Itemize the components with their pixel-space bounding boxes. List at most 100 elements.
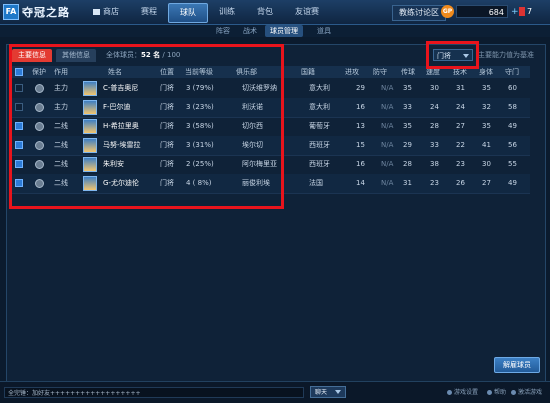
col-header-nation[interactable]: 国籍 xyxy=(301,66,315,78)
table-row[interactable]: 二线 G-尤尔迪伦 门将 4 ( 8%) 丽俊利埃 法国 14 N/A 31 23 26 27 49 xyxy=(10,174,530,194)
cell-club: 切尔西 xyxy=(242,122,263,130)
cell-nation: 西班牙 xyxy=(309,141,330,149)
table-row[interactable]: 二线 H-希拉里奥 门将 3 (58%) 切尔西 葡萄牙 13 N/A 35 28 27 35 49 xyxy=(10,117,530,137)
cell-body: 30 xyxy=(482,160,491,168)
cell-pos: 门将 xyxy=(160,122,174,130)
game-logo[interactable]: FA 夺冠之路 xyxy=(3,3,70,21)
protect-lock-icon[interactable] xyxy=(35,141,44,150)
col-header-attack[interactable]: 进攻 xyxy=(345,66,359,78)
chat-message-line[interactable]: 全完锤：加好友++++++++++++++++++ xyxy=(4,387,304,398)
top-bar: FA 夺冠之路 商店 赛程 球队 训练 背包 友谊赛 教练讨论区 GP 684 … xyxy=(0,0,550,25)
row-checkbox[interactable] xyxy=(15,84,23,92)
tab-main-info[interactable]: 主要信息 xyxy=(12,49,52,62)
cell-tech: 23 xyxy=(456,160,465,168)
player-avatar[interactable] xyxy=(83,119,97,134)
cell-name[interactable]: H-希拉里奥 xyxy=(103,117,139,136)
subtab-player-management[interactable]: 球员管理 xyxy=(265,25,303,37)
table-row[interactable]: 二线 朱利安 门将 2 (25%) 阿尔梅里亚 西班牙 16 N/A 28 38 23 30 55 xyxy=(10,155,530,175)
cell-level: 4 ( 8%) xyxy=(186,179,212,187)
add-gp-button[interactable]: + xyxy=(511,7,519,17)
cell-body: 41 xyxy=(482,141,491,149)
col-header-position[interactable]: 位置 xyxy=(160,66,174,78)
nav-item-team[interactable]: 球队 xyxy=(168,3,208,23)
col-header-defense[interactable]: 防守 xyxy=(373,66,387,78)
bottom-bar: 全完锤：加好友++++++++++++++++++ 聊天 游戏设置 帮助 激活游… xyxy=(0,381,550,403)
cell-body: 35 xyxy=(482,122,491,130)
protect-lock-icon[interactable] xyxy=(35,122,44,131)
nav-item-shop[interactable]: 商店 xyxy=(82,3,130,21)
cell-body: 32 xyxy=(482,103,491,111)
table-row[interactable]: 主力 C-普吉奥尼 门将 3 (79%) 切沃维罗纳 意大利 29 N/A 35 30 31 35 60 xyxy=(10,79,530,99)
protect-lock-icon[interactable] xyxy=(35,103,44,112)
nav-item-training[interactable]: 训练 xyxy=(208,3,246,21)
row-checkbox[interactable] xyxy=(15,141,23,149)
chevron-down-icon xyxy=(335,390,341,394)
col-header-goalkeeping[interactable]: 守门 xyxy=(505,66,519,78)
col-header-speed[interactable]: 速度 xyxy=(426,66,440,78)
col-header-club[interactable]: 俱乐部 xyxy=(236,66,257,78)
activate-game-link[interactable]: 激活游戏 xyxy=(511,388,542,398)
player-count: 全体球员：52 名 / 100 xyxy=(106,50,180,61)
col-header-name[interactable]: 姓名 xyxy=(108,66,122,78)
protect-lock-icon[interactable] xyxy=(35,160,44,169)
player-avatar[interactable] xyxy=(83,100,97,115)
activate-game-label: 激活游戏 xyxy=(518,389,543,396)
player-avatar[interactable] xyxy=(83,157,97,172)
subtab-tactics[interactable]: 战术 xyxy=(243,25,257,37)
subtab-items[interactable]: 道具 xyxy=(317,25,331,37)
cell-att: 29 xyxy=(356,84,365,92)
key-icon xyxy=(511,390,516,395)
count-value: 52 名 xyxy=(141,51,161,59)
row-checkbox[interactable] xyxy=(15,160,23,168)
cell-spd: 38 xyxy=(430,160,439,168)
col-header-protect[interactable]: 保护 xyxy=(32,66,46,78)
release-player-button[interactable]: 解雇球员 xyxy=(494,357,540,373)
gp-icon: GP xyxy=(441,5,454,18)
cell-name[interactable]: 马努-埃雷拉 xyxy=(103,136,141,155)
row-checkbox[interactable] xyxy=(15,122,23,130)
cell-gk: 49 xyxy=(508,122,517,130)
cell-name[interactable]: G-尤尔迪伦 xyxy=(103,174,139,193)
cell-spd: 28 xyxy=(430,122,439,130)
col-header-technique[interactable]: 技术 xyxy=(453,66,467,78)
protect-lock-icon[interactable] xyxy=(35,179,44,188)
cell-name[interactable]: 朱利安 xyxy=(103,155,124,174)
protect-lock-icon[interactable] xyxy=(35,84,44,93)
cell-att: 14 xyxy=(356,179,365,187)
tab-other-info[interactable]: 其他信息 xyxy=(56,49,96,62)
speaker-icon[interactable] xyxy=(519,7,525,16)
col-header-role[interactable]: 作用 xyxy=(54,66,68,78)
cell-club: 阿尔梅里亚 xyxy=(242,160,277,168)
cell-pass: 28 xyxy=(403,160,412,168)
player-avatar[interactable] xyxy=(83,176,97,191)
cell-name[interactable]: F-巴尔迪 xyxy=(103,98,131,117)
nav-item-schedule[interactable]: 赛程 xyxy=(130,3,168,21)
help-link[interactable]: 帮助 xyxy=(487,388,506,398)
cell-name[interactable]: C-普吉奥尼 xyxy=(103,79,138,98)
select-all-checkbox[interactable] xyxy=(15,68,23,76)
cell-att: 15 xyxy=(356,141,365,149)
subtab-lineup[interactable]: 阵容 xyxy=(216,25,230,37)
cell-nation: 葡萄牙 xyxy=(309,122,330,130)
col-header-passing[interactable]: 传球 xyxy=(401,66,415,78)
nav-item-friendly[interactable]: 友谊赛 xyxy=(284,3,330,21)
cell-pass: 31 xyxy=(403,179,412,187)
table-header: 保护 作用 姓名 位置 当前等级 俱乐部 国籍 进攻 防守 传球 速度 技术 身… xyxy=(10,66,530,78)
col-header-physical[interactable]: 身体 xyxy=(479,66,493,78)
chat-channel-dropdown[interactable]: 聊天 xyxy=(310,386,346,398)
table-row[interactable]: 二线 马努-埃雷拉 门将 3 (31%) 埃尔切 西班牙 15 N/A 29 33 22 41 56 xyxy=(10,136,530,156)
message-count[interactable]: 7 xyxy=(527,5,532,18)
player-avatar[interactable] xyxy=(83,138,97,153)
player-avatar[interactable] xyxy=(83,81,97,96)
table-row[interactable]: 主力 F-巴尔迪 门将 3 (23%) 利沃诺 意大利 16 N/A 33 24 24 32 58 xyxy=(10,98,530,118)
row-checkbox[interactable] xyxy=(15,103,23,111)
chat-channel-label: 聊天 xyxy=(315,389,328,396)
game-settings-link[interactable]: 游戏设置 xyxy=(447,388,478,398)
cell-club: 丽俊利埃 xyxy=(242,179,270,187)
nav-item-bag[interactable]: 背包 xyxy=(246,3,284,21)
row-checkbox[interactable] xyxy=(15,179,23,187)
cell-gk: 60 xyxy=(508,84,517,92)
forum-button[interactable]: 教练讨论区 xyxy=(392,5,446,21)
col-header-level[interactable]: 当前等级 xyxy=(185,66,213,78)
position-filter-dropdown[interactable]: 门将 xyxy=(433,49,473,61)
